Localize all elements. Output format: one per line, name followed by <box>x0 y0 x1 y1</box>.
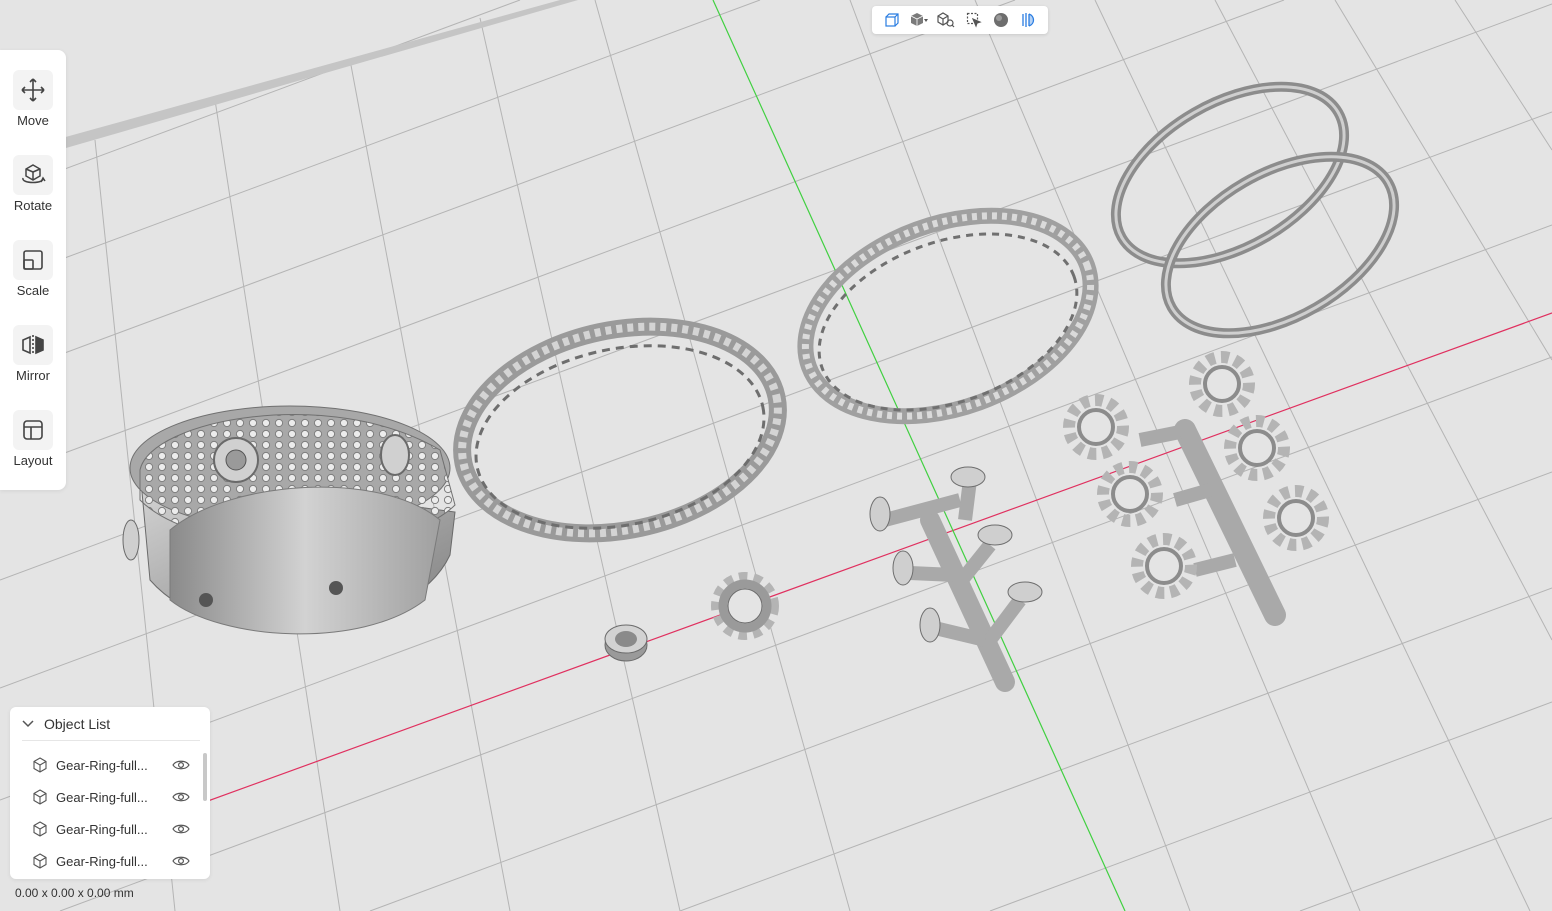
model-thin-rings[interactable] <box>1086 50 1425 370</box>
rotate-label: Rotate <box>13 198 53 213</box>
move-icon <box>13 70 53 110</box>
y-axis-line <box>712 0 1126 911</box>
mirror-icon <box>13 325 53 365</box>
layout-tool-button[interactable]: Layout <box>0 390 66 470</box>
eye-icon[interactable] <box>172 822 192 836</box>
cube-icon <box>32 789 48 805</box>
object-name: Gear-Ring-full... <box>56 821 148 837</box>
object-name: Gear-Ring-full... <box>56 789 148 805</box>
eye-icon[interactable] <box>172 758 192 772</box>
scale-tool-button[interactable]: Scale <box>0 220 66 300</box>
object-list-item[interactable]: Gear-Ring-full... <box>20 846 200 876</box>
move-tool-button[interactable]: Move <box>0 50 66 130</box>
scale-icon <box>13 240 53 280</box>
cube-icon <box>32 821 48 837</box>
layout-icon <box>13 410 53 450</box>
object-list-scrollbar[interactable] <box>203 753 207 801</box>
model-small-gear[interactable] <box>711 572 779 640</box>
chevron-down-icon <box>22 717 36 731</box>
object-name: Gear-Ring-full... <box>56 853 148 869</box>
select-cursor-icon[interactable] <box>963 9 985 31</box>
mirror-tool-button[interactable]: Mirror <box>0 305 66 385</box>
model-sprue-pegs[interactable] <box>869 466 1043 692</box>
tool-panel: Move Rotate Scale Mirror Layout <box>0 50 66 490</box>
solid-cube-dropdown-icon[interactable] <box>908 9 930 31</box>
layout-label: Layout <box>13 453 53 468</box>
mirror-label: Mirror <box>16 368 50 383</box>
move-label: Move <box>17 113 49 128</box>
rotate-tool-button[interactable]: Rotate <box>0 135 66 215</box>
viewport-3d[interactable] <box>0 0 1552 911</box>
model-dimensions: 0.00 x 0.00 x 0.00 mm <box>15 886 134 900</box>
scale-label: Scale <box>16 283 50 298</box>
cube-icon <box>32 853 48 869</box>
model-small-spacer[interactable] <box>604 624 648 662</box>
object-list-item[interactable]: Gear-Ring-full... <box>20 750 200 780</box>
model-gear-ring-large[interactable] <box>443 299 798 561</box>
build-plate-edge <box>62 0 578 148</box>
model-gear-ring-medium[interactable] <box>777 179 1118 453</box>
object-list-header[interactable]: Object List <box>10 707 200 741</box>
object-list-item[interactable]: Gear-Ring-full... <box>20 782 200 812</box>
rotate-icon <box>13 155 53 195</box>
layers-icon[interactable] <box>1017 9 1039 31</box>
wireframe-cube-icon[interactable] <box>881 9 903 31</box>
object-list-title: Object List <box>44 716 111 732</box>
eye-icon[interactable] <box>172 790 192 804</box>
object-list-item[interactable]: Gear-Ring-full... <box>20 814 200 844</box>
eye-icon[interactable] <box>172 854 192 868</box>
model-ring-band[interactable] <box>122 405 456 635</box>
object-name: Gear-Ring-full... <box>56 757 148 773</box>
object-list-panel: Object List Gear-Ring-full... Gear-Ring-… <box>10 707 210 879</box>
view-toolbar <box>872 6 1048 34</box>
divider <box>22 740 200 741</box>
cube-icon <box>32 757 48 773</box>
sphere-shading-icon[interactable] <box>990 9 1012 31</box>
model-sprue-gears[interactable] <box>1063 351 1329 626</box>
cube-search-icon[interactable] <box>935 9 957 31</box>
